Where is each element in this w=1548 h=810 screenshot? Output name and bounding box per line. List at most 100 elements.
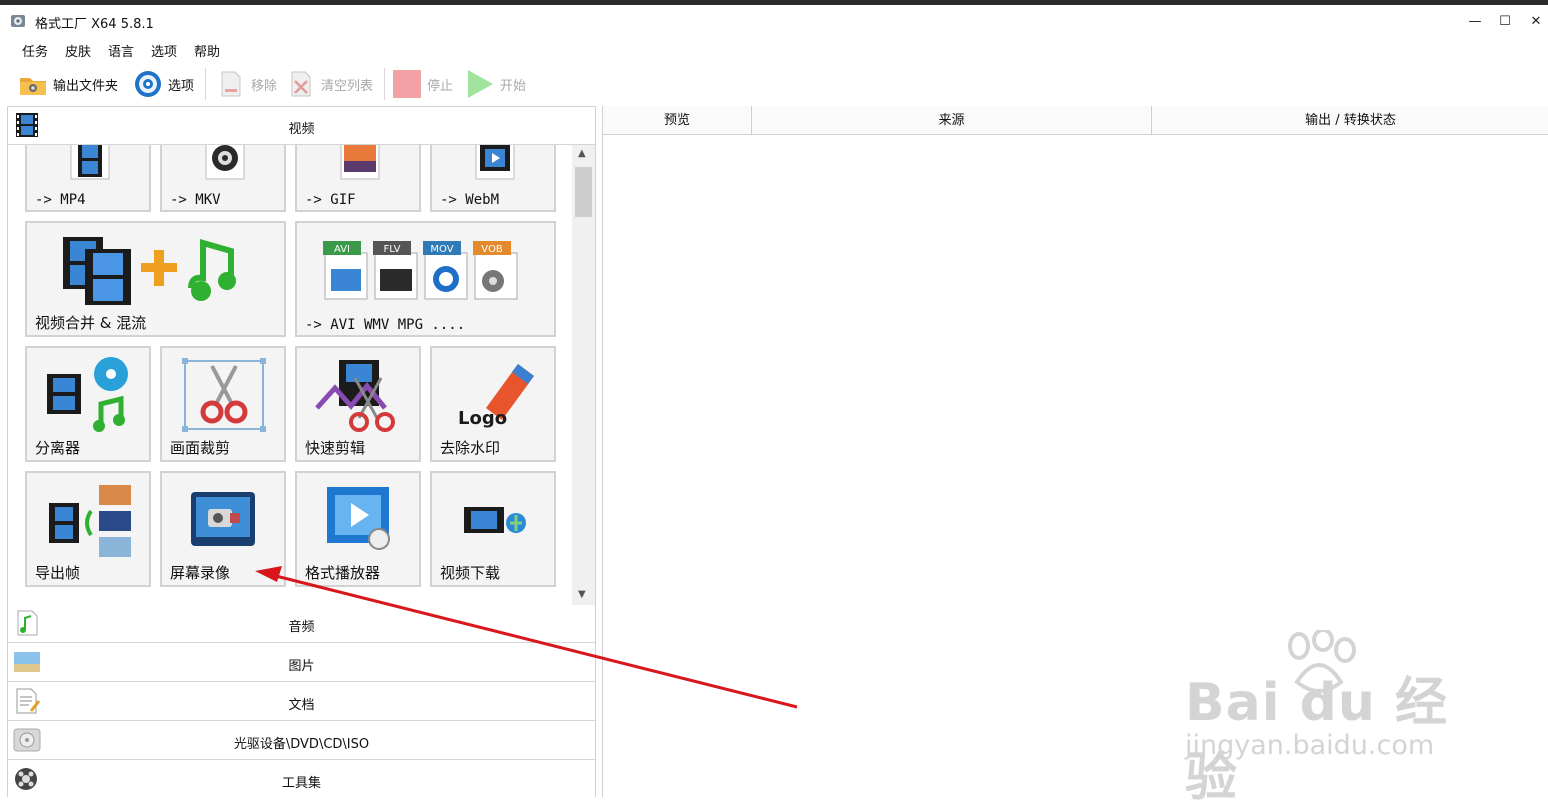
toolbar: 输出文件夹 选项 移除 清空列表 停止 开始	[0, 64, 1548, 104]
tile-splitter-label: 分离器	[35, 439, 81, 457]
category-audio[interactable]: 音频	[8, 605, 595, 643]
clear-list-button[interactable]: 清空列表	[286, 66, 373, 102]
start-label: 开始	[500, 78, 527, 94]
stop-button[interactable]: 停止	[392, 66, 453, 102]
options-button[interactable]: 选项	[133, 66, 194, 102]
scroll-thumb[interactable]	[575, 167, 592, 217]
tile-to-webm[interactable]: -> WebM	[430, 145, 556, 212]
document-remove-icon	[221, 71, 241, 97]
logo-text: Logo	[458, 408, 507, 428]
title-bar: 格式工厂 X64 5.8.1 — ☐ ✕	[0, 5, 1548, 37]
category-image[interactable]: 图片	[8, 644, 595, 682]
category-panel: 视频 -> MP4 -> MKV -> GIF -> WebM 视频合并 & 混…	[7, 106, 596, 799]
tile-video-download-label: 视频下载	[440, 564, 501, 582]
category-document[interactable]: 文档	[8, 683, 595, 721]
stop-icon	[393, 70, 421, 98]
format-badges-icon: AVI FLV MOV VOB	[323, 241, 518, 300]
tile-to-mkv[interactable]: -> MKV	[160, 145, 286, 212]
tile-to-mp4[interactable]: -> MP4	[25, 145, 151, 212]
tile-quick-cut-label: 快速剪辑	[305, 439, 366, 457]
badge-mov: MOV	[430, 244, 453, 255]
media-player-icon	[327, 487, 390, 550]
watermark-url: jingyan.baidu.com	[1185, 730, 1435, 761]
scroll-up-arrow-icon[interactable]: ▲	[578, 148, 586, 159]
menu-bar: 任务 皮肤 语言 选项 帮助	[0, 37, 1548, 62]
column-output-status[interactable]: 输出 / 转换状态	[1152, 106, 1548, 135]
category-tools[interactable]: 工具集	[8, 761, 595, 799]
eraser-icon: Logo	[458, 364, 534, 428]
folder-icon	[20, 78, 46, 95]
tile-export-frames[interactable]: 导出帧	[25, 471, 151, 587]
tile-merge-mux[interactable]: 视频合并 & 混流	[25, 221, 286, 337]
column-source[interactable]: 来源	[752, 106, 1152, 135]
tile-to-mp4-label: -> MP4	[35, 192, 86, 208]
tile-to-webm-label: -> WebM	[440, 192, 500, 208]
close-button[interactable]: ✕	[1521, 9, 1548, 33]
merge-video-audio-icon	[63, 237, 236, 305]
tile-video-download[interactable]: 视频下载	[430, 471, 556, 587]
remove-label: 移除	[251, 78, 278, 94]
options-label: 选项	[168, 78, 195, 94]
tile-to-gif[interactable]: -> GIF	[295, 145, 421, 212]
tile-export-frames-label: 导出帧	[35, 564, 81, 582]
category-document-label: 文档	[288, 698, 315, 713]
tile-to-gif-label: -> GIF	[305, 192, 356, 208]
start-button[interactable]: 开始	[465, 66, 526, 102]
maximize-button[interactable]: ☐	[1490, 9, 1520, 33]
splitter-icon	[47, 357, 128, 432]
menu-language[interactable]: 语言	[108, 41, 134, 60]
column-preview[interactable]: 预览	[603, 106, 752, 135]
toolbar-separator	[205, 68, 206, 100]
tile-screen-record[interactable]: 屏幕录像	[160, 471, 286, 587]
menu-help[interactable]: 帮助	[194, 41, 220, 60]
settings-icon	[135, 71, 161, 97]
badge-flv: FLV	[383, 244, 400, 255]
crop-scissors-icon	[182, 358, 266, 432]
stop-label: 停止	[427, 78, 454, 94]
tile-merge-mux-label: 视频合并 & 混流	[35, 314, 147, 332]
scroll-down-arrow-icon[interactable]: ▼	[578, 589, 586, 600]
tile-to-mkv-label: -> MKV	[170, 192, 221, 208]
tile-format-player[interactable]: 格式播放器	[295, 471, 421, 587]
tile-crop-label: 画面裁剪	[170, 439, 231, 457]
badge-vob: VOB	[481, 244, 503, 255]
category-disc[interactable]: 光驱设备\DVD\CD\ISO	[8, 722, 595, 760]
badge-avi: AVI	[334, 244, 350, 255]
baidu-watermark: Bai du 经验 jingyan.baidu.com	[1185, 630, 1485, 808]
output-folder-label: 输出文件夹	[53, 78, 119, 94]
menu-task[interactable]: 任务	[22, 41, 48, 60]
minimize-button[interactable]: —	[1460, 9, 1490, 33]
category-disc-label: 光驱设备\DVD\CD\ISO	[233, 737, 370, 752]
menu-options[interactable]: 选项	[151, 41, 177, 60]
tile-splitter[interactable]: 分离器	[25, 346, 151, 462]
tile-remove-watermark[interactable]: Logo 去除水印	[430, 346, 556, 462]
category-tools-label: 工具集	[281, 776, 321, 791]
window-title: 格式工厂 X64 5.8.1	[35, 17, 154, 32]
tile-remove-watermark-label: 去除水印	[440, 439, 501, 457]
film-icon	[70, 145, 110, 180]
tile-crop[interactable]: 画面裁剪	[160, 346, 286, 462]
screen-recorder-icon	[191, 492, 255, 546]
clear-list-icon	[291, 71, 311, 97]
category-video[interactable]: 视频	[8, 107, 595, 145]
remove-button[interactable]: 移除	[216, 66, 277, 102]
menu-skin[interactable]: 皮肤	[65, 41, 91, 60]
tools-scrollbar[interactable]: ▲ ▼	[572, 145, 595, 605]
tile-format-player-label: 格式播放器	[305, 564, 381, 582]
tile-to-multi-format[interactable]: AVI FLV MOV VOB -> AVI WMV MPG ....	[295, 221, 556, 337]
sunset-image-icon	[340, 145, 380, 180]
export-frames-icon	[49, 485, 131, 557]
quick-cut-icon	[315, 360, 395, 432]
tile-screen-record-label: 屏幕录像	[170, 564, 231, 582]
video-tools-grid: -> MP4 -> MKV -> GIF -> WebM 视频合并 & 混流 A…	[8, 145, 595, 605]
output-folder-button[interactable]: 输出文件夹	[18, 66, 118, 102]
category-audio-label: 音频	[288, 620, 315, 635]
clear-list-label: 清空列表	[321, 78, 374, 94]
video-player-icon	[475, 145, 515, 180]
tile-quick-cut[interactable]: 快速剪辑	[295, 346, 421, 462]
play-icon	[468, 70, 493, 98]
film-reel-icon	[205, 145, 245, 180]
category-video-label: 视频	[288, 122, 315, 137]
category-image-label: 图片	[288, 659, 315, 674]
app-logo-icon	[11, 15, 25, 27]
